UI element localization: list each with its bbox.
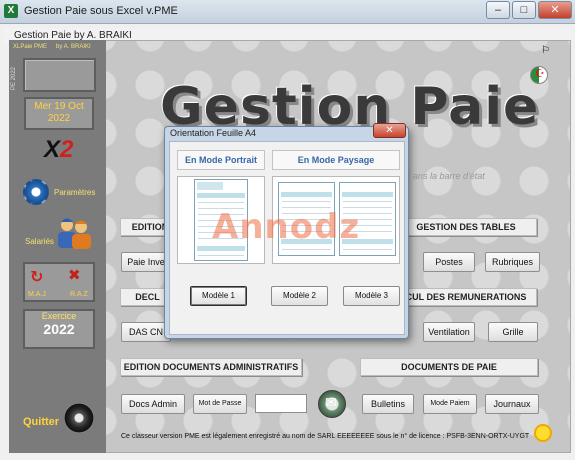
rubriques-button[interactable]: Rubriques (485, 252, 540, 272)
section-documents-paie: DOCUMENTS DE PAIE (360, 358, 538, 376)
portrait-mode-label: En Mode Portrait (177, 150, 265, 170)
dialog-close-button[interactable]: ✕ (373, 123, 406, 138)
excel-app-icon: X (4, 4, 18, 18)
mail-icon[interactable] (318, 390, 346, 418)
bulletins-button[interactable]: Bulletins (362, 394, 414, 414)
logo-letter: X (44, 136, 61, 163)
sidebar-blank-button[interactable] (23, 58, 96, 92)
section-gestion-tables: GESTION DES TABLES (395, 218, 537, 236)
date-line-1: Mer 19 Oct (34, 101, 84, 112)
landscape-mode-label: En Mode Paysage (272, 150, 400, 170)
mode-paiement-button[interactable]: Mode Paiem (423, 394, 477, 414)
section-calcul-remunerations: CUL DES REMUNERATIONS (395, 288, 537, 306)
parametres-label[interactable]: Paramètres (54, 188, 95, 197)
grille-button[interactable]: Grille (488, 322, 538, 342)
xz-logo: X2 (44, 136, 73, 164)
password-input[interactable] (255, 394, 307, 413)
reset-icon[interactable]: ✖ (68, 266, 81, 284)
exercice-year: 2022 (43, 321, 75, 337)
maximize-button[interactable]: □ (512, 1, 536, 19)
window-title: Gestion Paie sous Excel v.PME (24, 5, 178, 17)
status-hint: ans la barre d'état (413, 171, 485, 181)
users-icon[interactable] (55, 215, 93, 249)
minimize-button[interactable]: – (486, 1, 510, 19)
salaries-label[interactable]: Salariés (25, 237, 54, 246)
docs-admin-button[interactable]: Docs Admin (121, 394, 185, 414)
refresh-icon[interactable]: ↻ (30, 267, 43, 287)
exercice-label: Exercice (41, 311, 77, 321)
license-footer: Ce classeur version PME est légalement e… (121, 433, 530, 440)
close-window-button[interactable]: ✕ (538, 1, 572, 19)
maj-label[interactable]: M.A.J (28, 291, 46, 298)
dialog-title: Orientation Feuille A4 (170, 128, 257, 138)
quit-label[interactable]: Quitter (23, 416, 59, 428)
ventilation-button[interactable]: Ventilation (423, 322, 475, 342)
quit-power-icon[interactable] (64, 403, 94, 433)
raz-label[interactable]: R.A.Z (70, 291, 88, 298)
section-edition-docs-admin: EDITION DOCUMENTS ADMINISTRATIFS (120, 358, 302, 376)
sidebar-brand: XLPaie PME (13, 44, 48, 50)
model-1-button[interactable]: Modèle 1 (190, 286, 247, 306)
model-3-button[interactable]: Modèle 3 (343, 286, 400, 306)
watermark-logo: Annodz (212, 207, 361, 247)
sun-icon[interactable] (536, 426, 550, 440)
logo-accent: 2 (60, 136, 74, 163)
sidebar-author: by A. BRAIKI (56, 44, 91, 50)
postes-button[interactable]: Postes (423, 252, 475, 272)
settings-gear-icon[interactable] (23, 179, 49, 205)
model-2-button[interactable]: Modèle 2 (271, 286, 328, 306)
date-display: Mer 19 Oct 2022 (24, 97, 94, 130)
frame-corner-icon[interactable]: ⚐ (541, 45, 553, 59)
mot-de-passe-button[interactable]: Mot de Passe (193, 394, 247, 414)
exercice-panel: Exercice 2022 (23, 309, 95, 349)
journaux-button[interactable]: Journaux (485, 394, 539, 414)
algeria-flag-icon (530, 66, 548, 84)
sidebar-vertical-text: PE 2022 (11, 66, 17, 90)
date-line-2: 2022 (47, 113, 71, 124)
